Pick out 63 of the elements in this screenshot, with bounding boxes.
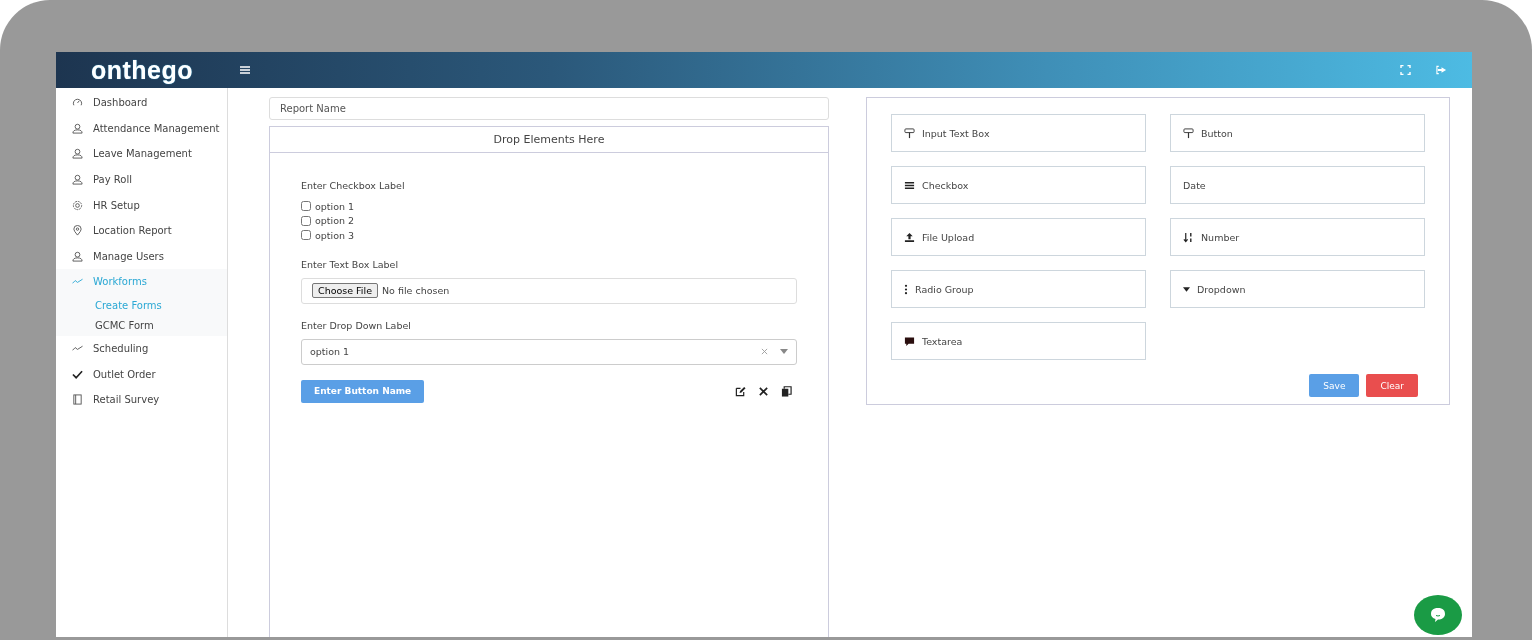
vertical-dots-icon bbox=[904, 283, 908, 295]
user-icon bbox=[72, 122, 83, 134]
form-element-tile[interactable]: Button bbox=[1170, 114, 1425, 152]
file-input-field[interactable]: Choose File No file chosen bbox=[301, 277, 797, 304]
checkbox[interactable] bbox=[301, 201, 311, 212]
caret-down-icon bbox=[1183, 286, 1190, 292]
form-element-tile[interactable]: Checkbox bbox=[891, 166, 1146, 204]
book-icon bbox=[72, 394, 83, 406]
sidebar-item[interactable]: Scheduling bbox=[56, 335, 227, 362]
sidebar-item[interactable]: HR Setup bbox=[56, 192, 227, 218]
fullscreen-icon[interactable] bbox=[1400, 65, 1411, 75]
sidebar-item[interactable]: Location Report bbox=[56, 217, 227, 244]
field-label: Enter Text Box Label bbox=[301, 258, 400, 270]
clear-icon[interactable] bbox=[761, 348, 768, 355]
sidebar-item[interactable]: Dashboard bbox=[56, 90, 227, 116]
close-icon[interactable] bbox=[758, 385, 769, 397]
sort-numeric-icon bbox=[1183, 231, 1194, 243]
sidebar-item[interactable]: Outlet Order bbox=[56, 361, 227, 387]
choose-file-button[interactable]: Choose File bbox=[312, 283, 378, 298]
form-element-tile[interactable]: Radio Group bbox=[891, 270, 1146, 308]
sidebar-subitem[interactable]: GCMC Form bbox=[56, 315, 227, 336]
logo: onthego bbox=[90, 55, 194, 85]
report-name-field[interactable]: Report Name bbox=[269, 97, 829, 120]
checkbox-label: option 3 bbox=[315, 229, 355, 241]
form-element-tile[interactable]: File Upload bbox=[891, 218, 1146, 256]
user-icon bbox=[72, 250, 83, 262]
form-element-tile[interactable]: Number bbox=[1170, 218, 1425, 256]
paint-roller-icon bbox=[904, 127, 915, 139]
clear-button[interactable]: Clear bbox=[1366, 374, 1418, 397]
user-icon bbox=[72, 148, 83, 160]
sidebar-item[interactable]: Manage Users bbox=[56, 243, 227, 270]
drop-zone-title: Drop Elements Here bbox=[270, 127, 828, 153]
checkbox-label: option 2 bbox=[315, 215, 355, 227]
logout-icon[interactable] bbox=[1436, 65, 1447, 75]
checkbox-label: option 1 bbox=[315, 200, 355, 212]
file-status-text: No file chosen bbox=[382, 285, 450, 296]
list-icon bbox=[904, 179, 915, 191]
comment-icon bbox=[904, 335, 915, 347]
form-element-tile[interactable]: Input Text Box bbox=[891, 114, 1146, 152]
form-element-tile[interactable]: Textarea bbox=[891, 322, 1146, 360]
sidebar-item[interactable]: Retail Survey bbox=[56, 386, 227, 413]
copy-icon[interactable] bbox=[781, 385, 792, 397]
field-label: Enter Drop Down Label bbox=[301, 319, 412, 331]
field-label: Enter Checkbox Label bbox=[301, 180, 406, 191]
user-icon bbox=[72, 174, 83, 186]
sidebar-item[interactable]: Attendance Management bbox=[56, 115, 227, 142]
paint-roller-icon bbox=[1183, 127, 1194, 139]
gear-icon bbox=[72, 199, 83, 211]
form-element-tile[interactable]: Date bbox=[1170, 166, 1425, 204]
checkmark-icon bbox=[72, 368, 83, 380]
menu-icon[interactable] bbox=[240, 66, 250, 74]
sidebar-item[interactable]: Pay Roll bbox=[56, 166, 227, 193]
edit-icon[interactable] bbox=[735, 385, 746, 397]
caret-down-icon[interactable] bbox=[780, 349, 788, 354]
checkbox[interactable] bbox=[301, 230, 311, 241]
chat-button[interactable] bbox=[1414, 595, 1462, 635]
upload-icon bbox=[904, 231, 915, 243]
chat-bubble-icon bbox=[1428, 605, 1448, 625]
form-element-tile[interactable]: Dropdown bbox=[1170, 270, 1425, 308]
dropdown-field[interactable]: option 1 bbox=[301, 338, 797, 365]
location-pin-icon bbox=[72, 225, 83, 237]
checkbox[interactable] bbox=[301, 215, 311, 226]
sidebar-item[interactable]: Leave Management bbox=[56, 141, 227, 167]
